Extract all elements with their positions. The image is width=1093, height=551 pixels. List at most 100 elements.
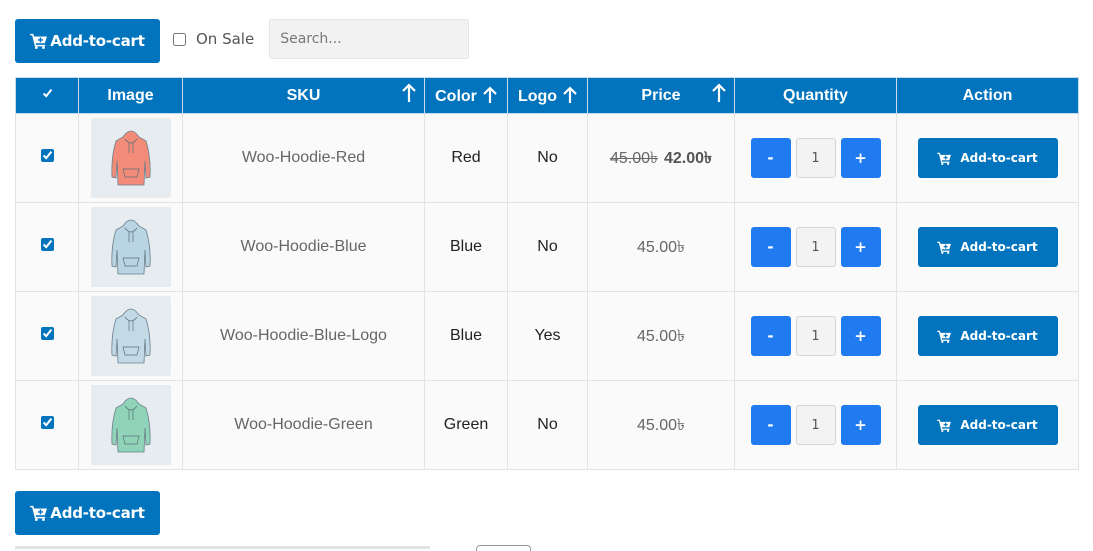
hoodie-image	[110, 219, 151, 275]
product-thumbnail[interactable]	[90, 385, 171, 465]
price-value: 45.00৳	[636, 416, 685, 434]
color-cell: Blue	[424, 202, 508, 292]
price-value: 45.00৳	[636, 238, 685, 256]
row-checkbox[interactable]	[40, 416, 54, 429]
header-sku[interactable]: SKU	[182, 77, 425, 114]
hoodie-image	[110, 130, 151, 186]
quantity-decrease-button[interactable]: -	[750, 316, 791, 356]
quantity-input[interactable]	[795, 227, 836, 267]
quantity-stepper: - +	[735, 227, 896, 267]
row-select-cell	[15, 291, 79, 381]
sort-arrow-up-icon[interactable]	[483, 85, 497, 104]
add-to-cart-label: Add-to-cart	[50, 32, 145, 50]
bottom-toolbar: Add-to-cart	[15, 491, 160, 535]
row-add-to-cart-button[interactable]: Add-to-cart	[917, 138, 1058, 178]
row-add-to-cart-label: Add-to-cart	[960, 418, 1038, 432]
quantity-stepper: - +	[735, 405, 896, 445]
action-cell: Add-to-cart	[896, 291, 1079, 381]
quantity-increase-button[interactable]: +	[840, 227, 881, 267]
search-input[interactable]	[269, 19, 470, 59]
product-thumbnail[interactable]	[90, 118, 171, 198]
row-checkbox[interactable]	[40, 238, 54, 251]
price-cell: 45.00৳	[587, 380, 735, 470]
add-to-cart-button-top[interactable]: Add-to-cart	[15, 19, 160, 63]
quantity-input[interactable]	[795, 138, 836, 178]
price-cell: 45.00৳	[587, 202, 735, 292]
price-cell: 45.00৳ 42.00৳	[587, 113, 735, 203]
row-select-cell	[15, 113, 79, 203]
sku-cell: Woo-Hoodie-Green	[182, 380, 425, 470]
row-checkbox[interactable]	[40, 149, 54, 162]
pagination-control[interactable]	[476, 545, 531, 551]
on-sale-checkbox[interactable]	[173, 32, 186, 46]
cart-icon	[937, 152, 952, 165]
select-all-checkbox[interactable]	[40, 86, 54, 100]
cart-icon	[937, 241, 952, 254]
row-checkbox[interactable]	[40, 327, 54, 340]
sort-arrow-up-icon[interactable]	[563, 85, 577, 104]
quantity-decrease-button[interactable]: -	[750, 138, 791, 178]
quantity-cell: - +	[734, 113, 897, 203]
table-row: Woo-Hoodie-Blue-Logo Blue Yes 45.00৳ - +…	[15, 291, 1079, 381]
logo-cell: Yes	[507, 291, 588, 381]
row-add-to-cart-button[interactable]: Add-to-cart	[917, 405, 1058, 445]
sort-arrow-up-icon[interactable]	[712, 83, 726, 103]
quantity-increase-button[interactable]: +	[840, 405, 881, 445]
quantity-cell: - +	[734, 202, 897, 292]
header-logo[interactable]: Logo	[507, 77, 588, 114]
action-cell: Add-to-cart	[896, 202, 1079, 292]
quantity-stepper: - +	[735, 138, 896, 178]
table-row: Woo-Hoodie-Red Red No 45.00৳ 42.00৳ - + A…	[15, 113, 1079, 203]
quantity-stepper: - +	[735, 316, 896, 356]
color-cell: Red	[424, 113, 508, 203]
price-value: 45.00৳	[636, 327, 685, 345]
row-select-cell	[15, 202, 79, 292]
quantity-decrease-button[interactable]: -	[750, 405, 791, 445]
image-cell	[78, 113, 183, 203]
quantity-input[interactable]	[795, 316, 836, 356]
quantity-increase-button[interactable]: +	[840, 138, 881, 178]
price-cell: 45.00৳	[587, 291, 735, 381]
quantity-cell: - +	[734, 380, 897, 470]
header-action: Action	[896, 77, 1079, 114]
hoodie-image	[110, 397, 151, 453]
image-cell	[78, 202, 183, 292]
select-all-header	[15, 77, 79, 114]
on-sale-filter[interactable]: On Sale	[173, 17, 254, 61]
add-to-cart-button-bottom[interactable]: Add-to-cart	[15, 491, 160, 535]
quantity-decrease-button[interactable]: -	[750, 227, 791, 267]
header-price[interactable]: Price	[587, 77, 735, 114]
header-quantity: Quantity	[734, 77, 897, 114]
table-row: Woo-Hoodie-Blue Blue No 45.00৳ - + Add-t…	[15, 202, 1079, 292]
cart-icon	[937, 419, 952, 432]
quantity-input[interactable]	[795, 405, 836, 445]
row-add-to-cart-label: Add-to-cart	[960, 329, 1038, 343]
sku-cell: Woo-Hoodie-Blue-Logo	[182, 291, 425, 381]
quantity-cell: - +	[734, 291, 897, 381]
sort-arrow-up-icon[interactable]	[402, 83, 416, 103]
sku-cell: Woo-Hoodie-Blue	[182, 202, 425, 292]
cart-icon	[937, 330, 952, 343]
product-table: Image SKU Color Logo Price Quantity Acti…	[15, 77, 1079, 470]
table-row: Woo-Hoodie-Green Green No 45.00৳ - + Add…	[15, 380, 1079, 470]
regular-price: 45.00৳	[609, 149, 658, 167]
cart-icon	[30, 505, 48, 521]
row-add-to-cart-button[interactable]: Add-to-cart	[917, 316, 1058, 356]
product-thumbnail[interactable]	[90, 296, 171, 376]
sku-cell: Woo-Hoodie-Red	[182, 113, 425, 203]
header-color[interactable]: Color	[424, 77, 508, 114]
product-thumbnail[interactable]	[90, 207, 171, 287]
image-cell	[78, 291, 183, 381]
logo-cell: No	[507, 380, 588, 470]
table-header-row: Image SKU Color Logo Price Quantity Acti…	[15, 77, 1079, 114]
quantity-increase-button[interactable]: +	[840, 316, 881, 356]
header-image: Image	[78, 77, 183, 114]
action-cell: Add-to-cart	[896, 380, 1079, 470]
action-cell: Add-to-cart	[896, 113, 1079, 203]
row-add-to-cart-button[interactable]: Add-to-cart	[917, 227, 1058, 267]
price-value: 42.00৳	[664, 149, 713, 167]
add-to-cart-label: Add-to-cart	[50, 504, 145, 522]
hoodie-image	[110, 308, 151, 364]
row-add-to-cart-label: Add-to-cart	[960, 151, 1038, 165]
row-add-to-cart-label: Add-to-cart	[960, 240, 1038, 254]
